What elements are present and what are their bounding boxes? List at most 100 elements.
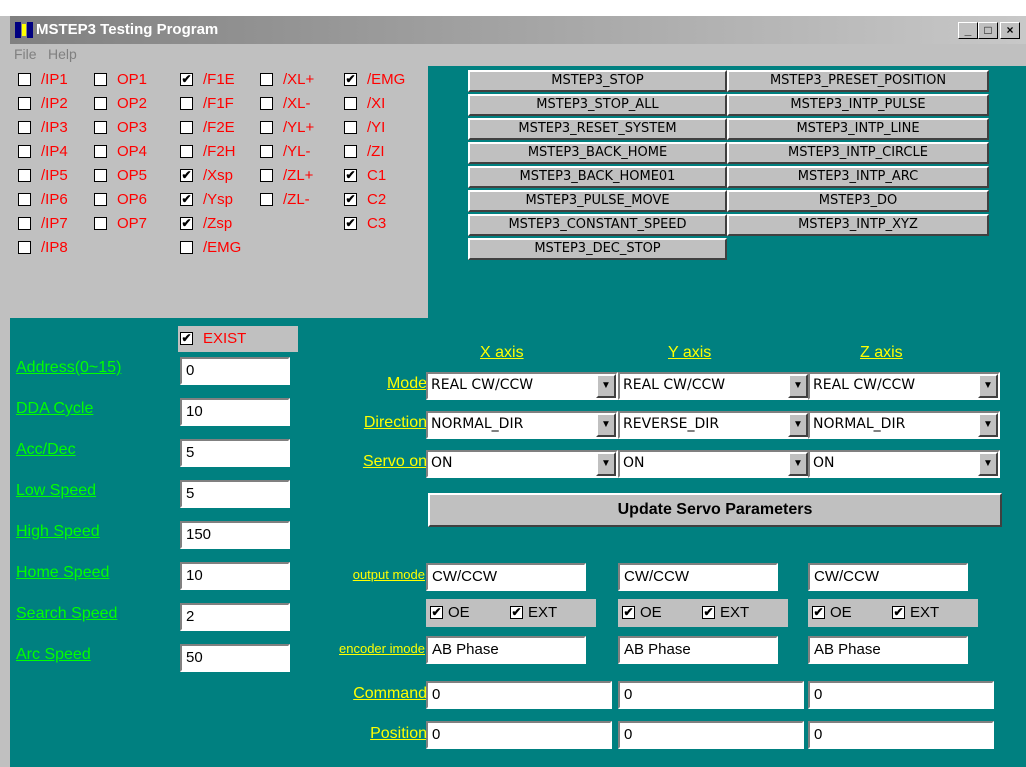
mode-select[interactable]: REAL CW/CCW ▼: [618, 372, 810, 400]
checkbox-box[interactable]: [18, 193, 31, 206]
checkbox-box[interactable]: [260, 121, 273, 134]
checkbox-box[interactable]: [260, 145, 273, 158]
checkbox-box[interactable]: [260, 169, 273, 182]
position-field[interactable]: 0: [618, 721, 804, 749]
row-label-position[interactable]: Position: [370, 725, 427, 743]
ext-checkbox[interactable]: ✔: [702, 606, 715, 619]
encoder-field[interactable]: AB Phase: [618, 636, 778, 664]
output-field[interactable]: CW/CCW: [426, 563, 586, 591]
checkbox-box[interactable]: [260, 73, 273, 86]
checkbox-box[interactable]: [18, 241, 31, 254]
checkbox-box[interactable]: ✔: [344, 169, 357, 182]
cmd-mstep3-dec-stop-button[interactable]: MSTEP3_DEC_STOP: [468, 238, 727, 260]
checkbox-box[interactable]: ✔: [344, 193, 357, 206]
cmd-mstep3-stop-all-button[interactable]: MSTEP3_STOP_ALL: [468, 94, 727, 116]
servo-select[interactable]: ON ▼: [618, 450, 810, 478]
param-input[interactable]: 0: [180, 357, 290, 385]
checkbox-box[interactable]: [18, 217, 31, 230]
io-checkbox-c1[interactable]: ✔ C1: [344, 165, 462, 187]
oe-checkbox[interactable]: ✔: [622, 606, 635, 619]
cmd-mstep3-stop-button[interactable]: MSTEP3_STOP: [468, 70, 727, 92]
io-checkbox-zsp[interactable]: ✔ /Zsp: [180, 213, 298, 235]
checkbox-box[interactable]: [94, 193, 107, 206]
checkbox-box[interactable]: [94, 217, 107, 230]
axis-header[interactable]: Z axis: [860, 344, 903, 362]
cmd-mstep3-intp-circle-button[interactable]: MSTEP3_INTP_CIRCLE: [727, 142, 989, 164]
chevron-down-icon[interactable]: ▼: [788, 452, 808, 476]
cmd-mstep3-back-home01-button[interactable]: MSTEP3_BACK_HOME01: [468, 166, 727, 188]
cmd-mstep3-intp-line-button[interactable]: MSTEP3_INTP_LINE: [727, 118, 989, 140]
checkbox-box[interactable]: [344, 97, 357, 110]
checkbox-box[interactable]: [18, 97, 31, 110]
param-label[interactable]: Home Speed: [16, 564, 109, 582]
chevron-down-icon[interactable]: ▼: [978, 374, 998, 398]
row-label-encoder[interactable]: encoder imode: [339, 641, 425, 656]
checkbox-box[interactable]: [260, 193, 273, 206]
checkbox-box[interactable]: [344, 145, 357, 158]
io-checkbox-emg[interactable]: /EMG: [180, 237, 298, 259]
checkbox-box[interactable]: [94, 145, 107, 158]
checkbox-box[interactable]: ✔: [180, 217, 193, 230]
row-label-servo[interactable]: Servo on: [363, 453, 427, 471]
io-checkbox-emg[interactable]: ✔ /EMG: [344, 69, 462, 91]
param-label[interactable]: Low Speed: [16, 482, 96, 500]
menu-file[interactable]: File: [14, 46, 37, 62]
chevron-down-icon[interactable]: ▼: [978, 452, 998, 476]
chevron-down-icon[interactable]: ▼: [596, 413, 616, 437]
mode-select[interactable]: REAL CW/CCW ▼: [808, 372, 1000, 400]
update-servo-parameters-button[interactable]: Update Servo Parameters: [428, 493, 1002, 527]
param-input[interactable]: 150: [180, 521, 290, 549]
chevron-down-icon[interactable]: ▼: [596, 374, 616, 398]
checkbox-box[interactable]: [18, 145, 31, 158]
io-checkbox-yi[interactable]: /YI: [344, 117, 462, 139]
param-input[interactable]: 5: [180, 480, 290, 508]
checkbox-box[interactable]: ✔: [344, 73, 357, 86]
checkbox-box[interactable]: ✔: [180, 169, 193, 182]
checkbox-box[interactable]: [180, 121, 193, 134]
cmd-mstep3-intp-xyz-button[interactable]: MSTEP3_INTP_XYZ: [727, 214, 989, 236]
cmd-mstep3-constant-speed-button[interactable]: MSTEP3_CONSTANT_SPEED: [468, 214, 727, 236]
checkbox-box[interactable]: ✔: [180, 73, 193, 86]
checkbox-box[interactable]: [18, 169, 31, 182]
command-field[interactable]: 0: [426, 681, 612, 709]
minimize-button[interactable]: _: [958, 22, 978, 39]
param-input[interactable]: 2: [180, 603, 290, 631]
cmd-mstep3-intp-arc-button[interactable]: MSTEP3_INTP_ARC: [727, 166, 989, 188]
cmd-mstep3-back-home-button[interactable]: MSTEP3_BACK_HOME: [468, 142, 727, 164]
exist-checkbox[interactable]: ✔ EXIST: [180, 328, 298, 350]
io-checkbox-c3[interactable]: ✔ C3: [344, 213, 462, 235]
param-label[interactable]: Search Speed: [16, 605, 117, 623]
encoder-field[interactable]: AB Phase: [808, 636, 968, 664]
checkbox-box[interactable]: ✔: [180, 193, 193, 206]
output-field[interactable]: CW/CCW: [808, 563, 968, 591]
row-label-output[interactable]: output mode: [353, 567, 425, 582]
servo-select[interactable]: ON ▼: [426, 450, 618, 478]
cmd-mstep3-intp-pulse-button[interactable]: MSTEP3_INTP_PULSE: [727, 94, 989, 116]
checkbox-box[interactable]: [180, 145, 193, 158]
checkbox-box[interactable]: [180, 97, 193, 110]
oe-checkbox[interactable]: ✔: [812, 606, 825, 619]
direction-select[interactable]: NORMAL_DIR ▼: [808, 411, 1000, 439]
cmd-mstep3-do-button[interactable]: MSTEP3_DO: [727, 190, 989, 212]
maximize-button[interactable]: □: [978, 22, 998, 39]
output-field[interactable]: CW/CCW: [618, 563, 778, 591]
checkbox-box[interactable]: [344, 121, 357, 134]
exist-check-box[interactable]: ✔: [180, 332, 193, 345]
chevron-down-icon[interactable]: ▼: [788, 413, 808, 437]
position-field[interactable]: 0: [426, 721, 612, 749]
param-label[interactable]: Acc/Dec: [16, 441, 76, 459]
param-label[interactable]: Address(0~15): [16, 359, 121, 377]
param-input[interactable]: 10: [180, 398, 290, 426]
chevron-down-icon[interactable]: ▼: [596, 452, 616, 476]
row-label-mode[interactable]: Mode: [387, 375, 427, 393]
command-field[interactable]: 0: [808, 681, 994, 709]
close-button[interactable]: ×: [1000, 22, 1020, 39]
checkbox-box[interactable]: [94, 121, 107, 134]
checkbox-box[interactable]: [18, 73, 31, 86]
cmd-mstep3-preset-position-button[interactable]: MSTEP3_PRESET_POSITION: [727, 70, 989, 92]
io-checkbox-xi[interactable]: /XI: [344, 93, 462, 115]
param-input[interactable]: 10: [180, 562, 290, 590]
checkbox-box[interactable]: [94, 73, 107, 86]
position-field[interactable]: 0: [808, 721, 994, 749]
io-checkbox-zi[interactable]: /ZI: [344, 141, 462, 163]
